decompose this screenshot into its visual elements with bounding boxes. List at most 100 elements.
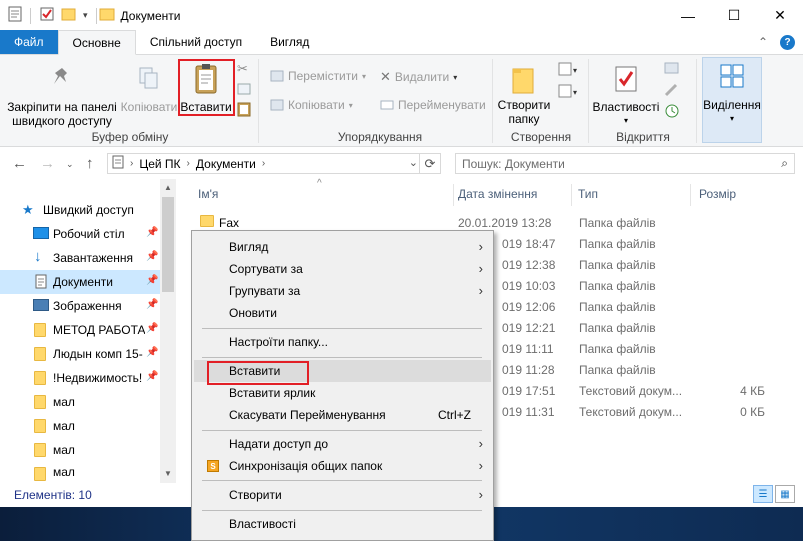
- select-button[interactable]: Виділення ▾: [702, 57, 762, 143]
- customize-dropdown-icon[interactable]: ▾: [83, 10, 88, 21]
- copy-button[interactable]: Копіювати: [120, 65, 178, 114]
- menu-item-paste-shortcut[interactable]: Вставити ярлик: [194, 382, 491, 404]
- menu-item-undo-rename[interactable]: Скасувати Перейменування Ctrl+Z: [194, 404, 491, 426]
- chevron-up-icon[interactable]: ⌃: [758, 35, 768, 50]
- sidebar-scrollbar[interactable]: ▲ ▼: [160, 179, 176, 483]
- delete-button[interactable]: ✕ Видалити ▾: [380, 69, 457, 85]
- sidebar-item-folder[interactable]: мал: [0, 462, 160, 482]
- sidebar-item-folder[interactable]: Людын комп 15- 📌: [0, 342, 160, 366]
- group-divider: [492, 59, 493, 143]
- sidebar-item-quick-access[interactable]: ★ Швидкий доступ: [0, 198, 160, 222]
- sidebar-item-label: Завантаження: [53, 251, 133, 265]
- column-type[interactable]: Тип: [578, 187, 598, 201]
- menu-item-refresh[interactable]: Оновити: [194, 302, 491, 324]
- copy-to-button[interactable]: Копіювати ▾: [270, 98, 353, 112]
- sidebar-item-folder[interactable]: МЕТОД РАБОТА 📌: [0, 318, 160, 342]
- menu-item-new[interactable]: Створити ›: [194, 484, 491, 506]
- search-box[interactable]: Пошук: Документи ⌕: [455, 153, 795, 174]
- large-icons-view-icon[interactable]: ▦: [775, 485, 795, 503]
- properties-button[interactable]: Властивості ▾: [593, 63, 659, 128]
- sidebar-item-downloads[interactable]: ↓ Завантаження 📌: [0, 246, 160, 270]
- file-size: 0 КБ: [740, 405, 765, 419]
- address-dropdown-icon[interactable]: ⌄: [409, 156, 418, 169]
- menu-item-sort-by[interactable]: Сортувати за ›: [194, 258, 491, 280]
- menu-item-customize-folder[interactable]: Настроїти папку...: [194, 331, 491, 353]
- file-date: 019 12:38: [502, 258, 556, 272]
- cut-icon[interactable]: ✂: [237, 61, 248, 77]
- search-icon[interactable]: ⌕: [781, 156, 788, 171]
- menu-item-share-with[interactable]: Надати доступ до ›: [194, 433, 491, 455]
- sidebar-item-pictures[interactable]: Зображення 📌: [0, 294, 160, 318]
- edit-icon[interactable]: [664, 83, 680, 100]
- file-type: Папка файлів: [579, 216, 656, 230]
- sidebar-item-documents[interactable]: Документи 📌: [0, 270, 160, 294]
- recent-locations-chevron-icon[interactable]: ⌄: [66, 159, 74, 170]
- breadcrumb-this-pc[interactable]: Цей ПК: [139, 157, 180, 171]
- menu-item-sync-shared-folders[interactable]: S Синхронізація общих папок ›: [194, 455, 491, 477]
- breadcrumb-documents[interactable]: Документи: [196, 157, 256, 171]
- column-size[interactable]: Розмір: [699, 187, 736, 201]
- new-item-icon[interactable]: ▾: [558, 61, 580, 80]
- refresh-icon[interactable]: ⟳: [419, 154, 440, 173]
- copy-path-icon[interactable]: [237, 83, 251, 98]
- pinned-icon: 📌: [146, 299, 159, 310]
- forward-arrow-icon[interactable]: →: [40, 155, 55, 172]
- address-bar[interactable]: › Цей ПК › Документи › ⌄ ⟳: [107, 153, 441, 174]
- move-to-button[interactable]: Перемістити ▾: [270, 69, 366, 83]
- column-name[interactable]: Ім'я: [198, 187, 218, 201]
- column-date[interactable]: Дата змінення: [458, 187, 537, 201]
- pinned-icon: 📌: [146, 347, 159, 358]
- highlight-paste-box: [178, 59, 235, 116]
- pin-quick-access-button[interactable]: Закріпити на панелі швидкого доступу: [4, 65, 120, 128]
- sidebar-item-label: мал: [53, 443, 75, 457]
- history-icon[interactable]: [664, 103, 680, 122]
- open-icon[interactable]: [664, 61, 680, 78]
- menu-item-group-by[interactable]: Групувати за ›: [194, 280, 491, 302]
- scroll-down-icon[interactable]: ▼: [164, 469, 172, 478]
- folder-icon: [200, 215, 214, 227]
- paste-shortcut-icon[interactable]: [237, 101, 251, 120]
- tab-view[interactable]: Вигляд: [256, 30, 323, 54]
- properties-icon: [612, 63, 640, 98]
- menu-item-label: Групувати за: [229, 284, 301, 298]
- menu-item-properties[interactable]: Властивості: [194, 513, 491, 535]
- minimize-button[interactable]: —: [665, 0, 711, 31]
- tab-file[interactable]: Файл: [0, 30, 58, 54]
- folder-icon: [34, 395, 46, 409]
- properties-check-icon[interactable]: [39, 6, 55, 25]
- help-icon[interactable]: ?: [780, 35, 795, 50]
- sidebar-item-folder[interactable]: мал: [0, 414, 160, 438]
- back-arrow-icon[interactable]: ←: [12, 155, 27, 172]
- column-divider[interactable]: [690, 184, 691, 206]
- sidebar-item-folder[interactable]: мал: [0, 390, 160, 414]
- rename-button[interactable]: Перейменувати: [380, 98, 486, 112]
- scroll-up-icon[interactable]: ▲: [164, 183, 172, 192]
- easy-access-icon[interactable]: ▾: [558, 83, 580, 102]
- menu-item-label: Скасувати Перейменування: [229, 408, 386, 422]
- new-folder-button[interactable]: Створити папку: [496, 63, 552, 126]
- maximize-button[interactable]: ☐: [711, 0, 757, 31]
- sidebar-item-label: мал: [53, 465, 75, 479]
- up-arrow-icon[interactable]: ↑: [86, 155, 94, 172]
- sidebar-item-folder[interactable]: !Недвижимость! 📌: [0, 366, 160, 390]
- sidebar-item-folder[interactable]: мал: [0, 438, 160, 462]
- column-divider[interactable]: [571, 184, 572, 206]
- svg-text:▾: ▾: [573, 88, 577, 97]
- file-type: Текстовий докум...: [579, 384, 683, 398]
- sidebar-item-desktop[interactable]: Робочий стіл 📌: [0, 222, 160, 246]
- path-separator-icon: ›: [261, 158, 266, 169]
- menu-item-view[interactable]: Вигляд ›: [194, 236, 491, 258]
- details-view-icon[interactable]: ☰: [753, 485, 773, 503]
- menu-separator: [202, 430, 482, 431]
- delete-label: Видалити: [394, 70, 450, 84]
- chevron-right-icon: ›: [478, 436, 483, 451]
- document-icon[interactable]: [8, 6, 22, 25]
- toolbar-divider: [95, 7, 97, 24]
- close-button[interactable]: ✕: [757, 0, 803, 31]
- tab-share[interactable]: Спільний доступ: [136, 30, 256, 54]
- new-folder-icon[interactable]: [61, 6, 77, 25]
- scrollbar-thumb[interactable]: [162, 197, 174, 292]
- column-divider[interactable]: [453, 184, 454, 206]
- file-type: Папка файлів: [579, 363, 656, 377]
- tab-home[interactable]: Основне: [57, 30, 136, 55]
